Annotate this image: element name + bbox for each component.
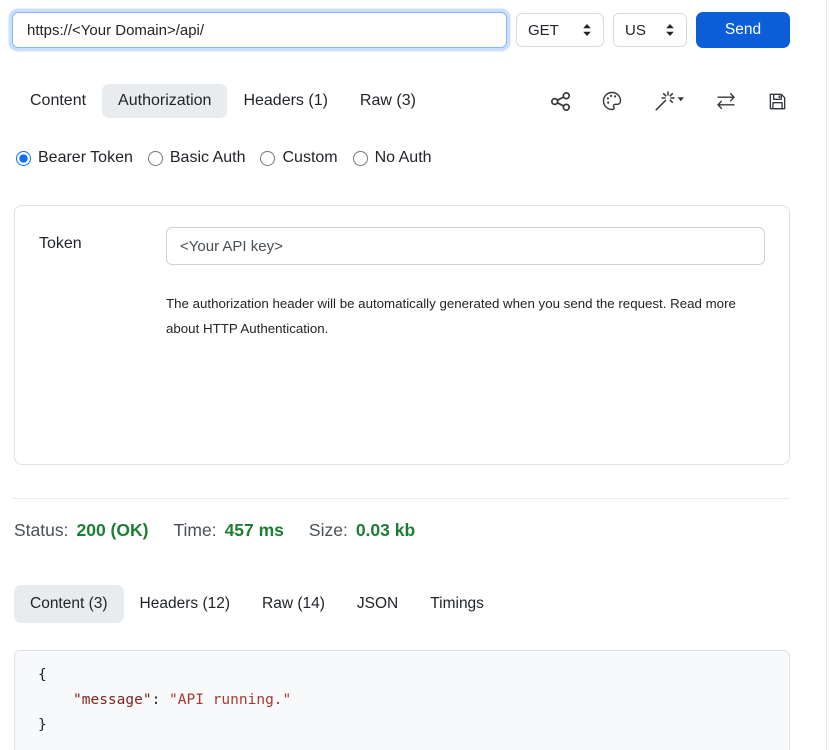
radio-basic-auth[interactable]: Basic Auth — [148, 149, 246, 167]
method-select-value: GET — [528, 22, 559, 39]
radio-label: Basic Auth — [170, 149, 246, 167]
token-label: Token — [39, 227, 166, 341]
updown-arrows-icon — [665, 23, 675, 37]
region-select[interactable]: US — [613, 13, 687, 47]
resp-tab-content[interactable]: Content (3) — [14, 585, 124, 623]
palette-icon — [601, 90, 623, 112]
theme-button[interactable] — [601, 90, 623, 112]
save-button[interactable] — [767, 91, 788, 112]
swap-arrows-icon — [715, 90, 737, 112]
status-value: 200 (OK) — [76, 520, 148, 541]
radio-label: Custom — [282, 149, 337, 167]
radio-custom[interactable]: Custom — [260, 149, 337, 167]
region-select-value: US — [625, 22, 646, 39]
radio-no-auth[interactable]: No Auth — [353, 149, 432, 167]
json-open-brace: { — [38, 667, 47, 683]
status-label: Status: — [14, 520, 68, 541]
radio-label: No Auth — [375, 149, 432, 167]
time-label: Time: — [173, 520, 216, 541]
size-label: Size: — [309, 520, 348, 541]
updown-arrows-icon — [582, 23, 592, 37]
json-separator: : — [152, 692, 169, 708]
radio-unselected-icon — [260, 151, 275, 166]
share-icon — [550, 91, 571, 112]
compare-button[interactable] — [715, 90, 737, 112]
json-close-brace: } — [38, 717, 47, 733]
response-tabs: Content (3) Headers (12) Raw (14) JSON T… — [14, 585, 500, 623]
generate-code-button[interactable] — [653, 90, 685, 112]
size-value: 0.03 kb — [356, 520, 415, 541]
json-key: "message" — [73, 692, 152, 708]
chevron-down-icon — [678, 97, 684, 101]
authorization-panel: Token The authorization header will be a… — [14, 205, 790, 465]
send-button[interactable]: Send — [696, 12, 790, 48]
request-toolbar — [550, 90, 790, 112]
radio-label: Bearer Token — [38, 149, 133, 167]
resp-tab-raw[interactable]: Raw (14) — [246, 585, 341, 623]
tab-authorization[interactable]: Authorization — [102, 84, 227, 118]
method-select[interactable]: GET — [516, 13, 604, 47]
radio-bearer-token[interactable]: Bearer Token — [16, 149, 133, 167]
tab-raw[interactable]: Raw (3) — [344, 84, 432, 118]
radio-unselected-icon — [353, 151, 368, 166]
token-row: Token The authorization header will be a… — [15, 206, 789, 362]
time-value: 457 ms — [225, 520, 284, 541]
tab-content[interactable]: Content — [14, 84, 102, 118]
radio-unselected-icon — [148, 151, 163, 166]
response-status-bar: Status: 200 (OK) Time: 457 ms Size: 0.03… — [14, 520, 415, 541]
api-client-app: GET US Send Content Authorization Header… — [0, 0, 837, 750]
magic-wand-icon — [653, 90, 685, 112]
tab-headers[interactable]: Headers (1) — [227, 84, 343, 118]
url-input[interactable] — [12, 12, 507, 48]
token-input[interactable] — [166, 227, 765, 265]
section-divider — [12, 498, 790, 499]
radio-selected-icon — [16, 151, 31, 166]
json-string-value: "API running." — [169, 692, 291, 708]
resp-tab-timings[interactable]: Timings — [414, 585, 500, 623]
resp-tab-json[interactable]: JSON — [341, 585, 414, 623]
request-tabs: Content Authorization Headers (1) Raw (3… — [14, 84, 432, 118]
response-body: { "message": "API running." } — [14, 650, 790, 750]
auth-type-options: Bearer Token Basic Auth Custom No Auth — [16, 149, 432, 167]
auth-help-text: The authorization header will be automat… — [166, 291, 762, 341]
page-right-border — [826, 0, 827, 750]
save-icon — [767, 91, 788, 112]
request-tabs-row: Content Authorization Headers (1) Raw (3… — [14, 84, 790, 118]
request-bar: GET US Send — [12, 12, 790, 48]
resp-tab-headers[interactable]: Headers (12) — [124, 585, 246, 623]
share-button[interactable] — [550, 91, 571, 112]
